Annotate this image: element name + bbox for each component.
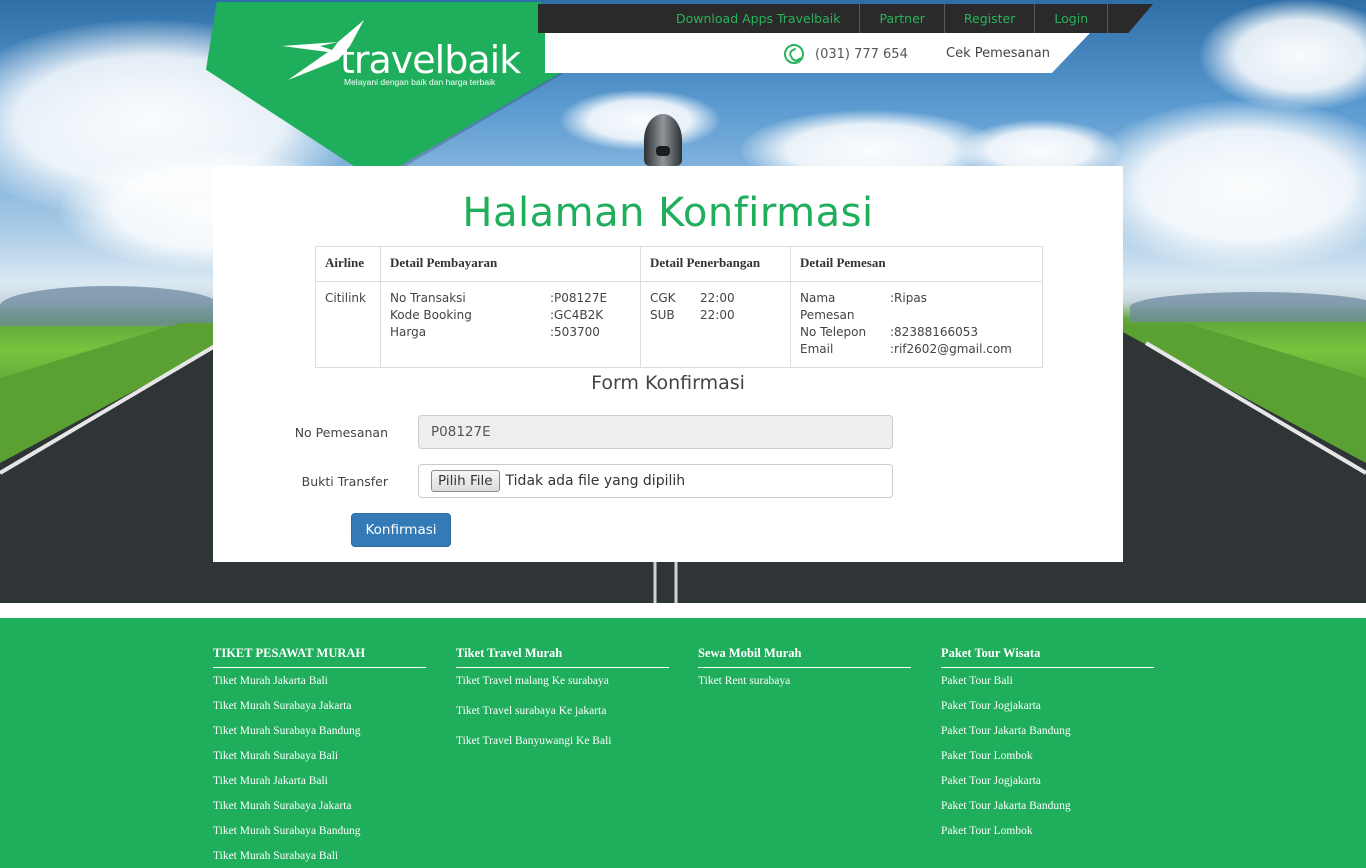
origin-code: CGK bbox=[650, 291, 676, 305]
payment-cell: No Transaksi :P08127E Kode Booking :GC4B2K… bbox=[380, 281, 641, 368]
footer-column-paket-tour: Paket Tour Wisata Paket Tour Bali Paket … bbox=[941, 646, 1154, 850]
download-apps-link[interactable]: Download Apps Travelbaik bbox=[657, 4, 861, 33]
phone-contact: (031) 777 654 bbox=[784, 44, 908, 64]
footer-column-tiket-travel: Tiket Travel Murah Tiket Travel malang K… bbox=[456, 646, 669, 765]
footer-heading: Sewa Mobil Murah bbox=[698, 646, 911, 668]
table-row: Citilink No Transaksi :P08127E Kode Booki… bbox=[315, 281, 1043, 368]
logo-text: travelbaik bbox=[340, 38, 521, 82]
footer-link[interactable]: Tiket Murah Surabaya Bali bbox=[213, 850, 426, 868]
footer-link[interactable]: Tiket Murah Surabaya Bandung bbox=[213, 825, 426, 850]
footer-column-tiket-pesawat: TIKET PESAWAT MURAH Tiket Murah Jakarta … bbox=[213, 646, 426, 868]
footer-link[interactable]: Paket Tour Lombok bbox=[941, 750, 1154, 775]
footer-link[interactable]: Tiket Travel Banyuwangi Ke Bali bbox=[456, 735, 669, 765]
footer-heading: Tiket Travel Murah bbox=[456, 646, 669, 668]
footer-link[interactable]: Tiket Travel surabaya Ke jakarta bbox=[456, 705, 669, 735]
origin-time: 22:00 bbox=[700, 291, 735, 305]
register-link[interactable]: Register bbox=[945, 4, 1036, 33]
airline-cell: Citilink bbox=[315, 281, 381, 368]
kode-booking-label: Kode Booking bbox=[390, 308, 472, 322]
customer-cell: Nama Pemesan :Ripas No Telepon :8238816605… bbox=[790, 281, 1043, 368]
nama-pemesan-label: Nama Pemesan bbox=[800, 291, 855, 322]
header-airline: Airline bbox=[315, 246, 381, 282]
kode-booking-value: :GC4B2K bbox=[550, 308, 604, 322]
harga-label: Harga bbox=[390, 325, 427, 339]
footer-link[interactable]: Paket Tour Jogjakarta bbox=[941, 700, 1154, 725]
header-payment: Detail Pembayaran bbox=[380, 246, 641, 282]
footer-heading: TIKET PESAWAT MURAH bbox=[213, 646, 426, 668]
footer-link[interactable]: Tiket Murah Jakarta Bali bbox=[213, 775, 426, 800]
footer-column-sewa-mobil: Sewa Mobil Murah Tiket Rent surabaya bbox=[698, 646, 911, 687]
nama-pemesan-value: :Ripas bbox=[890, 291, 927, 305]
no-pemesanan-label: No Pemesanan bbox=[294, 425, 388, 440]
footer-heading: Paket Tour Wisata bbox=[941, 646, 1154, 668]
email-label: Email bbox=[800, 342, 834, 356]
no-telepon-label: No Telepon bbox=[800, 325, 867, 339]
no-transaksi-value: :P08127E bbox=[550, 291, 608, 305]
file-status: Tidak ada file yang dipilih bbox=[505, 473, 686, 489]
footer-link[interactable]: Tiket Murah Surabaya Bali bbox=[213, 750, 426, 775]
destination-code: SUB bbox=[650, 308, 675, 322]
page-title: Halaman Konfirmasi bbox=[462, 190, 874, 236]
header-flight: Detail Penerbangan bbox=[640, 246, 791, 282]
footer-link[interactable]: Paket Tour Jogjakarta bbox=[941, 775, 1154, 800]
footer-link[interactable]: Tiket Murah Jakarta Bali bbox=[213, 675, 426, 700]
bukti-transfer-file-input[interactable]: Pilih File Tidak ada file yang dipilih bbox=[418, 464, 893, 498]
no-transaksi-label: No Transaksi bbox=[390, 291, 466, 305]
phone-icon bbox=[784, 44, 804, 64]
choose-file-button[interactable]: Pilih File bbox=[431, 470, 500, 492]
phone-number: (031) 777 654 bbox=[815, 46, 908, 62]
email-value: :rif2602@gmail.com bbox=[890, 342, 1012, 356]
header-customer: Detail Pemesan bbox=[790, 246, 1043, 282]
footer-link[interactable]: Paket Tour Bali bbox=[941, 675, 1154, 700]
footer bbox=[0, 618, 1366, 868]
footer-link[interactable]: Tiket Murah Surabaya Bandung bbox=[213, 725, 426, 750]
login-link[interactable]: Login bbox=[1035, 4, 1109, 33]
footer-link[interactable]: Tiket Travel malang Ke surabaya bbox=[456, 675, 669, 705]
cek-pemesanan-link[interactable]: Cek Pemesanan bbox=[946, 46, 1050, 61]
flight-cell: CGK 22:00 SUB 22:00 bbox=[640, 281, 791, 368]
no-telepon-value: :82388166053 bbox=[890, 325, 979, 339]
footer-link[interactable]: Tiket Murah Surabaya Jakarta bbox=[213, 800, 426, 825]
harga-value: :503700 bbox=[550, 325, 600, 339]
plane-icon bbox=[644, 114, 682, 166]
footer-link[interactable]: Tiket Rent surabaya bbox=[698, 675, 911, 687]
destination-time: 22:00 bbox=[700, 308, 735, 322]
top-nav: Download Apps Travelbaik Partner Registe… bbox=[657, 4, 1109, 33]
konfirmasi-button[interactable]: Konfirmasi bbox=[351, 513, 451, 547]
footer-link[interactable]: Paket Tour Jakarta Bandung bbox=[941, 725, 1154, 750]
booking-detail-table: Airline Detail Pembayaran Detail Penerba… bbox=[315, 246, 1043, 368]
logo-tagline: Melayani dengan baik dan harga terbaik bbox=[344, 77, 496, 87]
form-title: Form Konfirmasi bbox=[591, 372, 745, 394]
footer-link[interactable]: Paket Tour Jakarta Bandung bbox=[941, 800, 1154, 825]
partner-link[interactable]: Partner bbox=[860, 4, 945, 33]
footer-link[interactable]: Tiket Murah Surabaya Jakarta bbox=[213, 700, 426, 725]
footer-link[interactable]: Paket Tour Lombok bbox=[941, 825, 1154, 850]
no-pemesanan-input[interactable]: P08127E bbox=[418, 415, 893, 449]
bukti-transfer-label: Bukti Transfer bbox=[301, 474, 388, 489]
